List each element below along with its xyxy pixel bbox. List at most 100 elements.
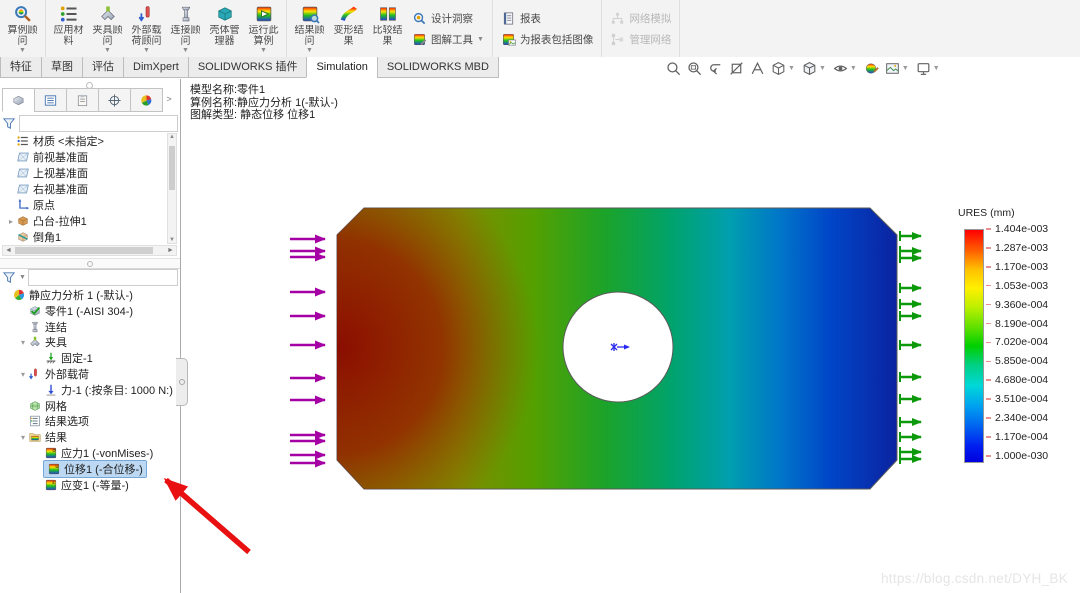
filter-funnel-icon[interactable]	[2, 116, 17, 131]
ribbon-button-apply-material[interactable]: 应用材料	[49, 2, 88, 55]
panel-tab-display-sphere[interactable]	[130, 88, 163, 112]
tree-item-label: 静应力分析 1 (-默认-)	[29, 287, 133, 303]
dropdown-arrow-icon[interactable]: ▼	[19, 47, 26, 55]
plate-body[interactable]	[337, 208, 897, 489]
tree-item[interactable]: ▾外部载荷	[18, 366, 89, 382]
tree-item[interactable]: 材质 <未指定>	[6, 133, 104, 149]
ribbon-button-deformed-result[interactable]: 变形结果	[329, 2, 368, 55]
headsup-previous-view[interactable]	[706, 60, 725, 77]
tab-评估[interactable]: 评估	[82, 57, 124, 78]
hide-show-icon	[832, 60, 849, 77]
hscroll-thumb[interactable]	[15, 247, 153, 254]
headsup-zoom-area[interactable]	[685, 60, 704, 77]
expand-arrow-icon[interactable]: ▾	[18, 338, 28, 347]
headsup-view-settings[interactable]: ▼	[914, 60, 943, 77]
headsup-annotation-tools[interactable]	[748, 60, 767, 77]
tree-item[interactable]: 右视基准面	[6, 181, 88, 197]
headsup-edit-appearance[interactable]	[862, 60, 881, 77]
panel-tab-featurelist[interactable]	[34, 88, 67, 112]
panel-flyout-handle[interactable]	[176, 358, 188, 406]
tree-item[interactable]: 静应力分析 1 (-默认-)	[2, 287, 133, 303]
study-tree-filter-input[interactable]	[28, 269, 178, 286]
tree-item[interactable]: 力-1 (:按条目: 1000 N:)	[34, 382, 173, 398]
ribbon-button-study-advisor[interactable]: 算例顾问▼	[3, 2, 42, 55]
legend-tick	[986, 304, 991, 306]
apply-scene-icon	[884, 60, 901, 77]
panel-tab-part[interactable]	[2, 88, 35, 112]
expand-arrow-icon[interactable]: ▾	[18, 433, 28, 442]
ribbon-button-compare-results[interactable]: 比较结果	[368, 2, 407, 55]
ribbon-button-run-study[interactable]: 运行此算例▼	[244, 2, 283, 55]
report-icon	[501, 11, 516, 26]
dropdown-arrow-icon[interactable]: ▼	[788, 65, 795, 72]
filter-dropdown-arrow[interactable]: ▼	[19, 274, 26, 281]
dropdown-arrow-icon[interactable]: ▼	[104, 47, 111, 55]
ribbon-button-results-advisor[interactable]: 结果顾问▼	[290, 2, 329, 55]
dropdown-arrow-icon[interactable]: ▼	[933, 65, 940, 72]
tree-item[interactable]: ε应变1 (-等量-)	[34, 477, 129, 493]
ribbon-button-label: 变形结果	[329, 25, 368, 47]
headsup-zoom-fit[interactable]	[664, 60, 683, 77]
headsup-view-orientation[interactable]: ▼	[769, 60, 798, 77]
headsup-apply-scene[interactable]: ▼	[883, 60, 912, 77]
dropdown-arrow-icon[interactable]: ▼	[850, 65, 857, 72]
ribbon-group: 网络模拟管理网络	[602, 0, 680, 57]
tree-item[interactable]: 结果选项	[18, 413, 89, 429]
tree-item[interactable]: 原点	[6, 197, 55, 213]
tree-item[interactable]: 上视基准面	[6, 165, 88, 181]
tree-item[interactable]: 前视基准面	[6, 149, 88, 165]
panel-splitter[interactable]	[0, 258, 180, 269]
tree-item[interactable]: 固定-1	[34, 350, 93, 366]
tree-item[interactable]: σ应力1 (-vonMises-)	[34, 445, 153, 461]
feature-tree-hscrollbar[interactable]: ◄ ►	[2, 245, 177, 256]
dropdown-arrow-icon[interactable]: ▼	[306, 47, 313, 55]
hscroll-left-arrow[interactable]: ◄	[3, 247, 14, 254]
feature-tree-filter-input[interactable]	[19, 115, 178, 132]
hscroll-right-arrow[interactable]: ►	[165, 247, 176, 254]
panel-tab-clipboard[interactable]	[66, 88, 99, 112]
ribbon-button-design-insight[interactable]: 设计洞察	[412, 11, 484, 26]
tab-dimxpert[interactable]: DimXpert	[123, 57, 189, 78]
dropdown-arrow-icon[interactable]: ▼	[182, 47, 189, 55]
ribbon-button-report[interactable]: 报表	[501, 11, 594, 26]
tree-item[interactable]: 零件1 (-AISI 304-)	[18, 303, 133, 319]
graphics-viewport[interactable]: 模型名称:零件1 算例名称:静应力分析 1(-默认-) 图解类型: 静态位移 位…	[182, 79, 1080, 593]
tab-solidworks-插件[interactable]: SOLIDWORKS 插件	[188, 57, 308, 78]
headsup-section-view[interactable]	[727, 60, 746, 77]
tree-item[interactable]: ▾夹具	[18, 334, 67, 350]
ribbon-button-include-image[interactable]: 为报表包括图像	[501, 32, 594, 47]
tree-item-label: 原点	[33, 197, 55, 213]
tab-特征[interactable]: 特征	[0, 57, 42, 78]
dropdown-arrow-icon[interactable]: ▼	[902, 65, 909, 72]
tab-simulation[interactable]: Simulation	[306, 57, 377, 78]
panel-tab-overflow-chevron[interactable]: >	[162, 88, 176, 110]
design-insight-icon	[412, 11, 427, 26]
vscroll-thumb[interactable]	[169, 146, 175, 190]
ribbon-button-connections-advisor[interactable]: 连接顾问▼	[166, 2, 205, 55]
tree-item[interactable]: 倒角1	[6, 229, 61, 245]
tab-草图[interactable]: 草图	[41, 57, 83, 78]
panel-tab-configuration[interactable]	[98, 88, 131, 112]
tree-item[interactable]: ▸ 凸台-拉伸1	[6, 213, 87, 229]
tree-item[interactable]: ▾结果	[18, 429, 67, 445]
ribbon-button-fixtures-advisor[interactable]: 夹具顾问▼	[88, 2, 127, 55]
dropdown-arrow-icon[interactable]: ▼	[143, 47, 150, 55]
expand-arrow-icon[interactable]: ▸	[6, 217, 16, 226]
ribbon-button-plot-tools[interactable]: 图解工具▼	[412, 32, 484, 47]
filter-funnel-icon[interactable]	[2, 270, 17, 285]
ribbon-button-shell-manager[interactable]: 壳体管理器	[205, 2, 244, 55]
selected-tree-item[interactable]: u位移1 (-合位移-)	[44, 461, 146, 477]
headsup-hide-show[interactable]: ▼	[831, 60, 860, 77]
tab-solidworks-mbd[interactable]: SOLIDWORKS MBD	[377, 57, 499, 78]
dropdown-arrow-icon[interactable]: ▼	[260, 47, 267, 55]
expand-arrow-icon[interactable]: ▾	[18, 370, 28, 379]
tree-item[interactable]: 网格	[18, 398, 67, 414]
ribbon-button-external-loads[interactable]: 外部载荷顾问▼	[127, 2, 166, 55]
tree-item[interactable]: 连结	[18, 319, 67, 335]
headsup-display-style[interactable]: ▼	[800, 60, 829, 77]
feature-tree-vscrollbar[interactable]: ▲ ▼	[167, 133, 177, 244]
dropdown-arrow-icon[interactable]: ▼	[477, 36, 484, 43]
dropdown-arrow-icon[interactable]: ▼	[819, 65, 826, 72]
tree-item-label: 凸台-拉伸1	[33, 213, 87, 229]
tree-item[interactable]: u位移1 (-合位移-)	[34, 461, 146, 477]
